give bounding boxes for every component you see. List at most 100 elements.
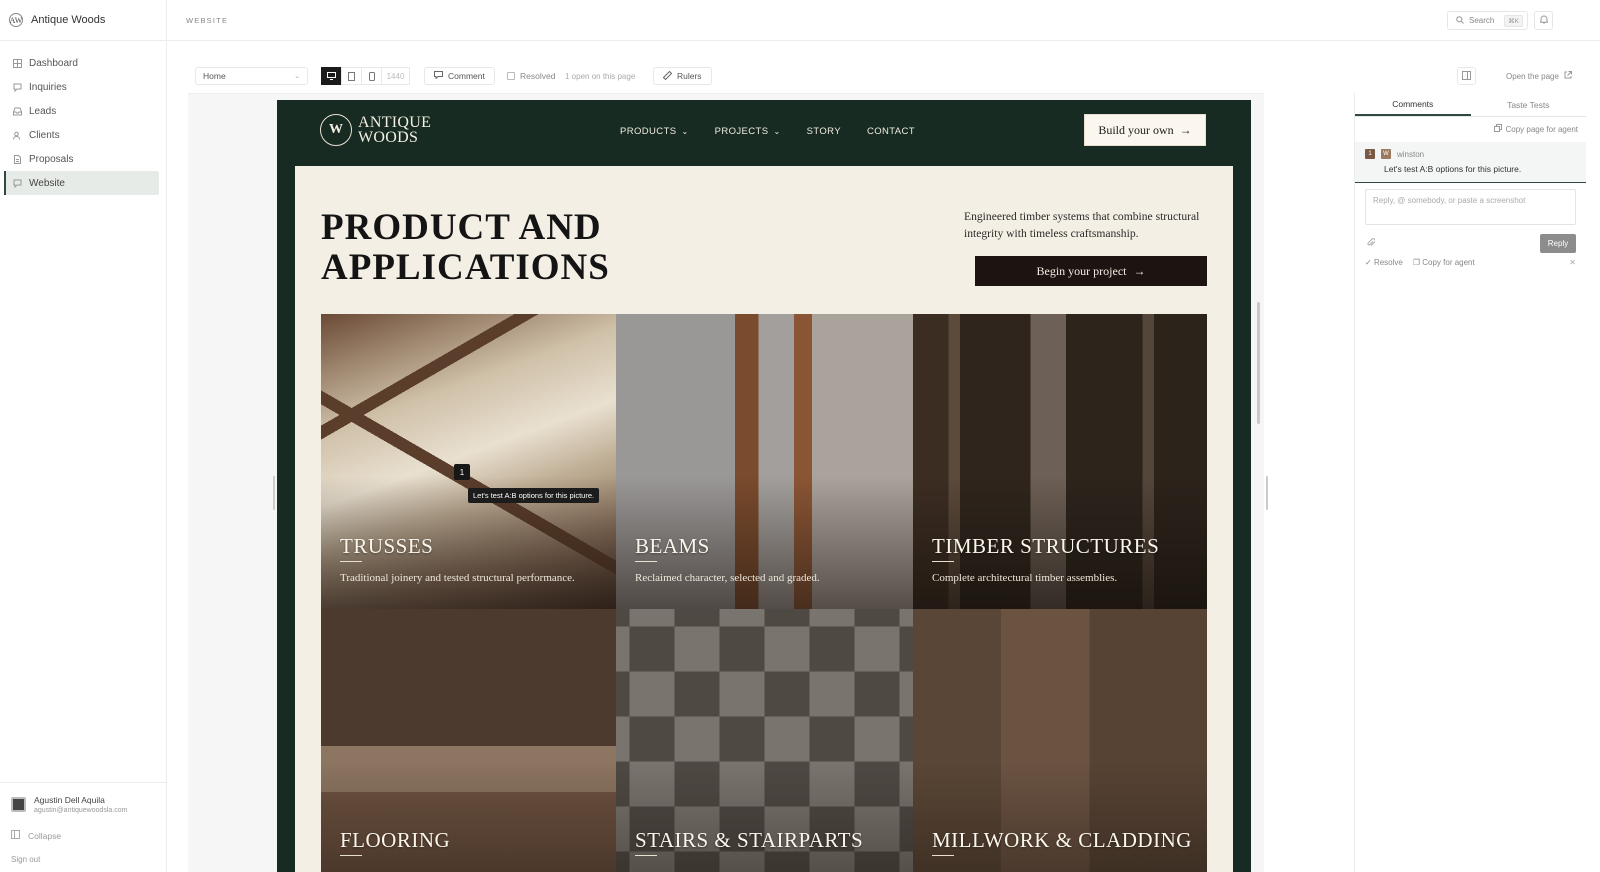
site-nav-products[interactable]: PRODUCTS ⌄ xyxy=(620,126,689,137)
chevron-down-icon: ⌄ xyxy=(773,127,781,136)
user-name: Agustin Dell Aquila xyxy=(34,795,105,805)
site-header: W ANTIQUE WOODS PRODUCTS ⌄ PROJECTS ⌄ STOR… xyxy=(277,100,1251,166)
sign-out-link[interactable]: Sign out xyxy=(0,855,167,864)
panel-tabs: Comments Taste Tests xyxy=(1355,93,1586,117)
notifications-button[interactable] xyxy=(1534,11,1553,30)
site-nav-label: PROJECTS xyxy=(714,126,769,137)
site-logo[interactable]: W ANTIQUE WOODS xyxy=(320,114,431,146)
tab-comments[interactable]: Comments xyxy=(1355,93,1471,116)
collapse-button[interactable]: Collapse xyxy=(0,830,167,841)
comment-thread[interactable]: 1 W winston Let's test A:B options for t… xyxy=(1355,142,1586,183)
comment-author: winston xyxy=(1397,149,1425,159)
sidebar-item-leads[interactable]: Leads xyxy=(5,99,159,123)
copy-icon: ❐ xyxy=(1412,258,1421,267)
tile-divider xyxy=(635,561,657,562)
copy-page-button[interactable]: Copy page for agent xyxy=(1355,117,1586,134)
arrow-right-icon: → xyxy=(1133,263,1146,278)
comment-text: Let's test A:B options for this picture. xyxy=(1384,164,1522,174)
sidebar-nav: Dashboard Inquiries Leads Clients Propos… xyxy=(0,51,166,195)
section-subtitle: Engineered timber systems that combine s… xyxy=(964,210,1200,240)
tile-divider xyxy=(635,855,657,856)
avatar: W xyxy=(1381,149,1391,159)
brand[interactable]: AW Antique Woods xyxy=(0,0,166,41)
open-page-link[interactable]: Open the page xyxy=(1506,67,1572,85)
device-switcher: 1440 xyxy=(321,67,410,85)
resolved-checkbox[interactable] xyxy=(507,72,515,80)
tile-title: FLOORING xyxy=(340,828,451,852)
ruler-icon xyxy=(662,70,673,82)
product-tile-flooring[interactable]: FLOORING xyxy=(321,609,616,872)
chevron-down-icon: ⌄ xyxy=(294,73,300,80)
site-nav-projects[interactable]: PROJECTS ⌄ xyxy=(715,126,781,137)
reply-button[interactable]: Reply xyxy=(1540,234,1576,253)
build-your-own-button[interactable]: Build your own → xyxy=(1084,114,1206,146)
comments-panel: Comments Taste Tests Copy page for agent… xyxy=(1354,93,1586,872)
sidebar-item-clients[interactable]: Clients xyxy=(5,123,159,147)
resolved-label: Resolved xyxy=(520,71,556,81)
brand-name: Antique Woods xyxy=(31,14,106,26)
sidebar-item-website[interactable]: Website xyxy=(4,171,159,195)
build-label: Build your own xyxy=(1098,122,1174,137)
reply-input[interactable]: Reply, @ somebody, or paste a screenshot xyxy=(1365,189,1576,225)
resize-handle-left[interactable] xyxy=(273,476,275,510)
site-nav-story[interactable]: STORY xyxy=(807,126,841,137)
attach-icon[interactable] xyxy=(1367,237,1376,250)
close-icon[interactable]: ✕ xyxy=(1569,258,1576,267)
comment-marker[interactable]: 1 xyxy=(454,464,470,480)
tab-taste-tests[interactable]: Taste Tests xyxy=(1471,93,1587,116)
panel-toggle-button[interactable] xyxy=(1457,67,1476,85)
rulers-label: Rulers xyxy=(677,71,702,81)
resize-handle-right[interactable] xyxy=(1266,476,1268,510)
product-tile-trusses[interactable]: TRUSSES Traditional joinery and tested s… xyxy=(321,314,616,609)
resolve-button[interactable]: ✓ Resolve xyxy=(1365,258,1403,267)
sidebar-item-label: Leads xyxy=(29,105,57,117)
comment-tooltip: Let's test A:B options for this picture. xyxy=(468,488,600,503)
chevron-down-icon: ⌄ xyxy=(681,127,689,136)
chat-icon xyxy=(12,82,22,92)
resolved-toggle[interactable]: Resolved xyxy=(507,67,555,85)
tile-divider xyxy=(340,561,362,562)
rulers-button[interactable]: Rulers xyxy=(653,67,712,85)
canvas-scrollbar[interactable] xyxy=(1257,302,1260,424)
page-select[interactable]: Home ⌄ xyxy=(195,67,308,85)
product-tile-stairs[interactable]: STAIRS & STAIRPARTS xyxy=(616,609,913,872)
comment-label: Comment xyxy=(448,71,485,81)
open-comments-note: 1 open on this page xyxy=(565,71,636,81)
user-profile[interactable]: Agustin Dell Aquila agustin@antiquewoods… xyxy=(0,795,167,814)
collapse-label: Collapse xyxy=(28,830,62,841)
sidebar-item-label: Dashboard xyxy=(29,57,78,69)
mobile-view-button[interactable] xyxy=(361,67,382,85)
sidebar: AW Antique Woods Dashboard Inquiries Lea… xyxy=(0,0,167,872)
comment-button[interactable]: Comment xyxy=(424,67,495,85)
website-preview: W ANTIQUE WOODS PRODUCTS ⌄ PROJECTS ⌄ STOR… xyxy=(277,100,1251,872)
sidebar-item-label: Website xyxy=(29,177,65,189)
copy-for-agent-button[interactable]: ❐ Copy for agent xyxy=(1413,258,1475,267)
section-title: PRODUCT AND APPLICATIONS xyxy=(321,208,721,287)
thread-actions: ✓ Resolve ❐ Copy for agent ✕ xyxy=(1365,258,1576,267)
sidebar-item-dashboard[interactable]: Dashboard xyxy=(5,51,159,75)
product-tile-beams[interactable]: BEAMS Reclaimed character, selected and … xyxy=(616,314,913,609)
bell-icon xyxy=(1538,15,1549,26)
sidebar-item-label: Inquiries xyxy=(29,81,67,93)
sidebar-item-inquiries[interactable]: Inquiries xyxy=(5,75,159,99)
panel-icon xyxy=(1462,70,1471,82)
top-bar: WEBSITE Search ⌘K xyxy=(167,0,1600,41)
sidebar-item-label: Clients xyxy=(29,129,60,141)
check-icon: ✓ xyxy=(1365,258,1372,267)
viewport-width[interactable]: 1440 xyxy=(381,67,410,85)
product-tile-timber-structures[interactable]: TIMBER STRUCTURES Complete architectural… xyxy=(913,314,1207,609)
section-title-line-1: PRODUCT AND xyxy=(321,207,602,248)
tile-description: Reclaimed character, selected and graded… xyxy=(635,572,820,584)
product-tile-millwork[interactable]: MILLWORK & CLADDING xyxy=(913,609,1207,872)
search-label: Search xyxy=(1469,16,1495,25)
begin-project-button[interactable]: Begin your project → xyxy=(975,256,1207,286)
sidebar-item-label: Proposals xyxy=(29,153,74,165)
sidebar-item-proposals[interactable]: Proposals xyxy=(5,147,159,171)
avatar xyxy=(11,797,26,812)
desktop-view-button[interactable] xyxy=(321,67,342,85)
site-nav-contact[interactable]: CONTACT xyxy=(867,126,915,137)
resolve-label: Resolve xyxy=(1373,258,1403,267)
search-button[interactable]: Search ⌘K xyxy=(1447,11,1528,30)
site-nav-links: PRODUCTS ⌄ PROJECTS ⌄ STORY CONTACT xyxy=(620,126,915,137)
tablet-view-button[interactable] xyxy=(341,67,362,85)
